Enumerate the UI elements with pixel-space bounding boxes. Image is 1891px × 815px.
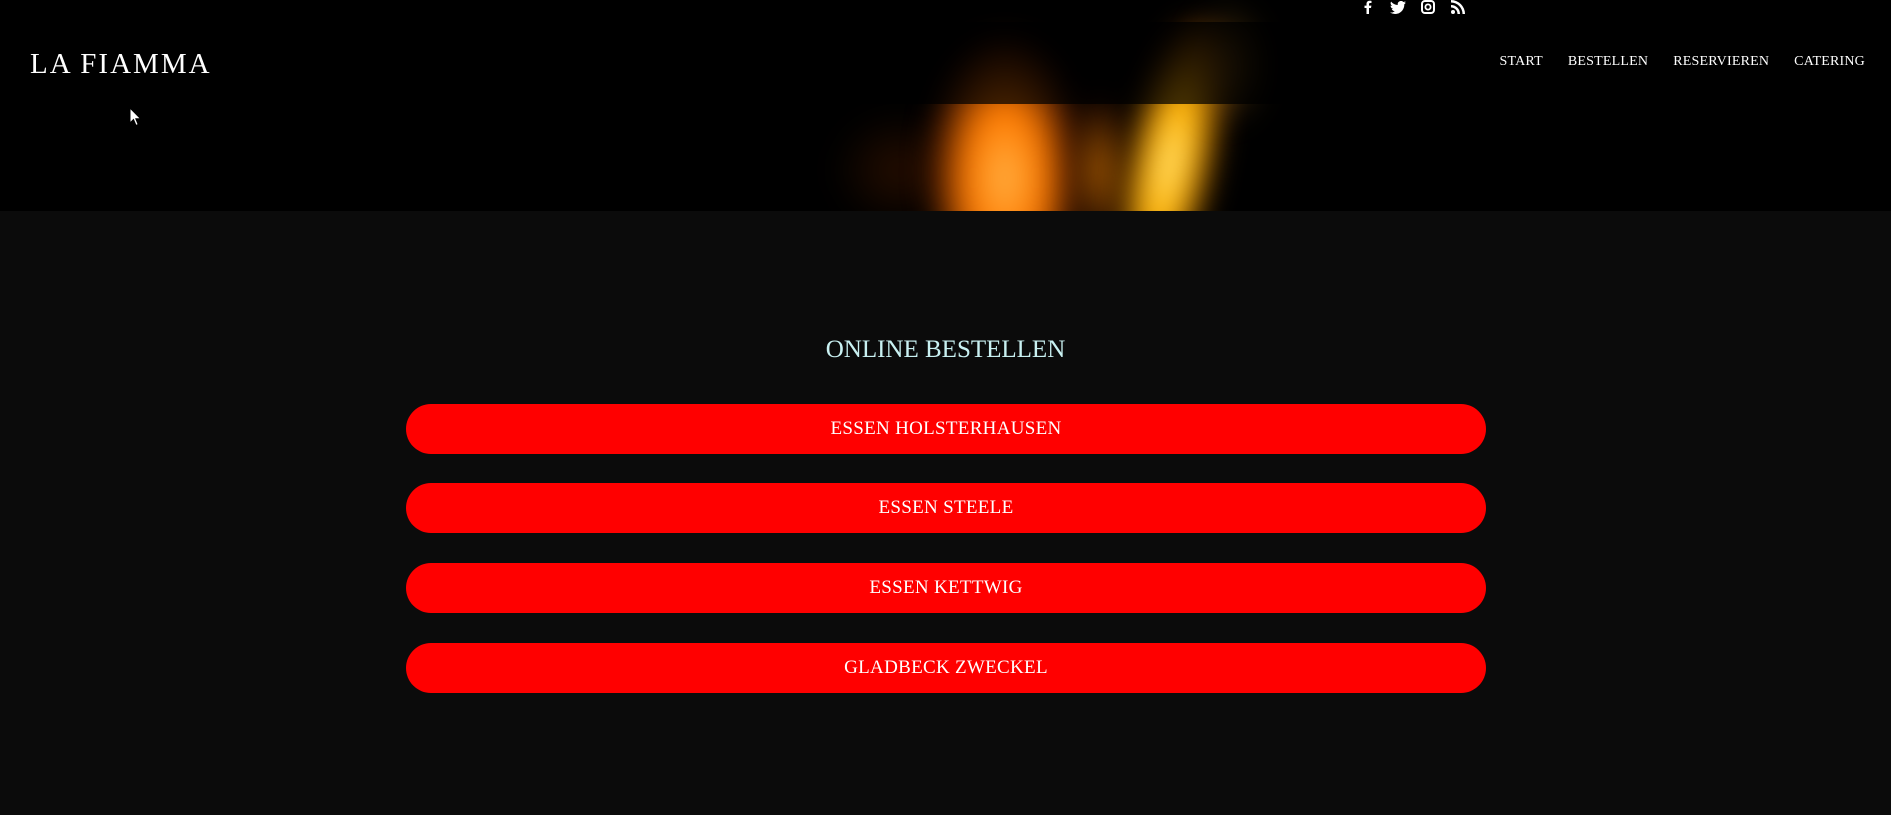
- page-title: ONLINE BESTELLEN: [825, 336, 1066, 363]
- nav-item-reservieren[interactable]: RESERVIEREN: [1673, 54, 1769, 70]
- site-logo[interactable]: LA FIAMMA: [30, 48, 212, 80]
- nav-item-catering[interactable]: CATERING: [1794, 54, 1865, 70]
- order-button-kettwig[interactable]: ESSEN KETTWIG: [406, 563, 1486, 613]
- order-button-steele[interactable]: ESSEN STEELE: [406, 483, 1486, 533]
- main-nav: START BESTELLEN RESERVIEREN CATERING: [1499, 54, 1865, 70]
- mouse-cursor-icon: [129, 107, 142, 127]
- nav-item-bestellen[interactable]: BESTELLEN: [1568, 54, 1648, 70]
- nav-item-start[interactable]: START: [1499, 54, 1542, 70]
- order-button-gladbeck-zweckel[interactable]: GLADBECK ZWECKEL: [406, 643, 1486, 693]
- hero-banner: LA FIAMMA START BESTELLEN RESERVIEREN CA…: [0, 0, 1891, 211]
- social-links: [1360, 0, 1466, 14]
- facebook-icon[interactable]: [1360, 0, 1376, 14]
- twitter-icon[interactable]: [1390, 0, 1406, 14]
- rss-icon[interactable]: [1450, 0, 1466, 14]
- order-button-holsterhausen[interactable]: ESSEN HOLSTERHAUSEN: [406, 404, 1486, 454]
- main-content: ONLINE BESTELLEN ESSEN HOLSTERHAUSEN ESS…: [0, 211, 1891, 815]
- instagram-icon[interactable]: [1420, 0, 1436, 14]
